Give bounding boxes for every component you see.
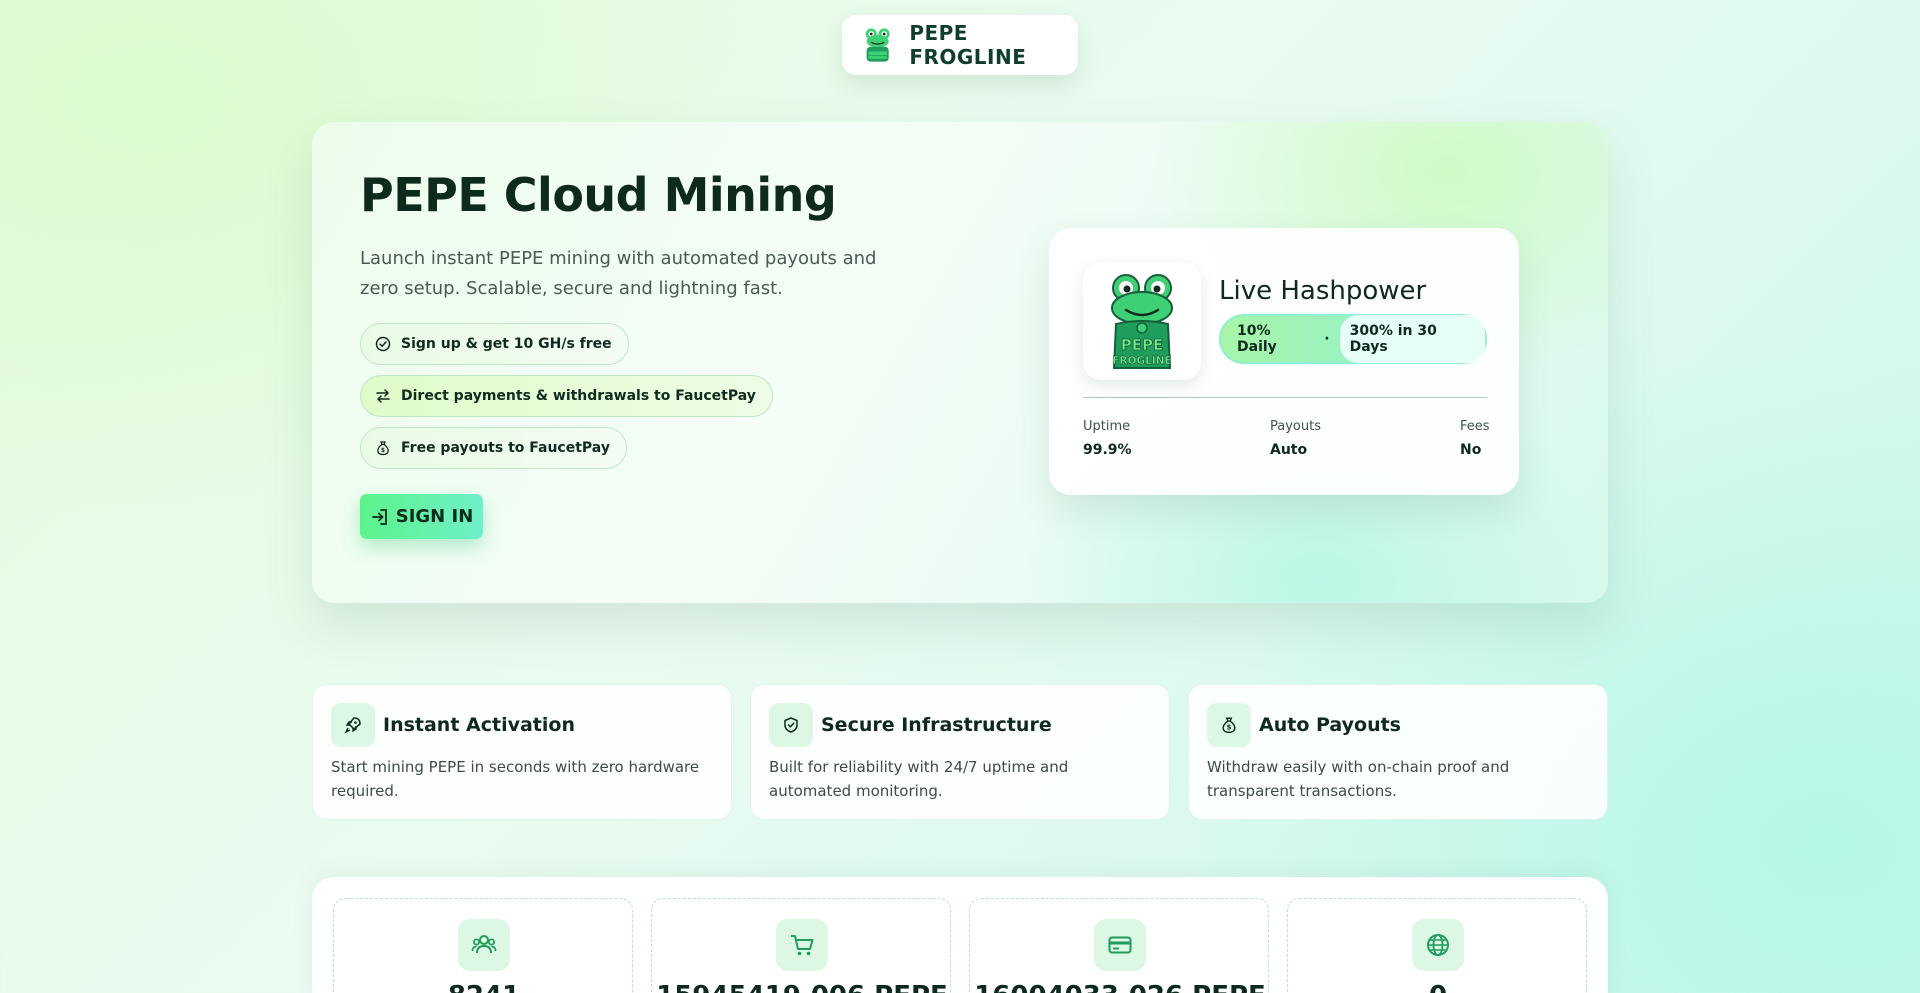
frog-mascot-icon: PEPE FROGLINE — [1111, 274, 1173, 369]
sign-in-label: SIGN IN — [395, 506, 474, 527]
frogline-logo: PEPE FROGLINE — [1083, 262, 1201, 380]
check-circle-icon — [375, 336, 391, 352]
feature-card-instant-activation: Instant Activation Start mining PEPE in … — [312, 684, 732, 820]
feature-card-icon-box: $ — [1207, 703, 1251, 747]
swap-arrows-icon — [376, 389, 390, 403]
stat-box-value: 15945419.006 PEPE — [652, 981, 952, 993]
fees-label: Fees — [1460, 419, 1490, 434]
globe-icon — [1427, 934, 1449, 956]
stat-box-icon — [1094, 919, 1146, 971]
feature-pill-label: Sign up & get 10 GH/s free — [401, 336, 612, 352]
feature-card-icon-box — [331, 703, 375, 747]
hero-title: PEPE Cloud Mining — [360, 168, 837, 222]
svg-text:FROGLINE: FROGLINE — [1112, 355, 1171, 367]
feature-card-auto-payouts: $ Auto Payouts Withdraw easily with on-c… — [1188, 684, 1608, 820]
stat-box-withdrawals: 16004033.026 PEPE — [969, 898, 1269, 993]
hashpower-title: Live Hashpower — [1219, 276, 1427, 306]
login-icon — [371, 508, 387, 525]
stats-panel: 8241 15945419.006 PEPE 16004033.026 PEPE — [312, 877, 1608, 993]
stat-box-online: 0 — [1287, 898, 1587, 993]
shield-check-icon — [784, 717, 798, 733]
users-icon — [471, 935, 497, 954]
fees-value: No — [1460, 442, 1482, 458]
rocket-icon — [344, 717, 361, 734]
thirty-day-rate: 300% in 30 Days — [1339, 315, 1485, 363]
feature-card-description: Start mining PEPE in seconds with zero h… — [331, 758, 700, 800]
stat-box-icon — [458, 919, 510, 971]
svg-text:$: $ — [381, 447, 385, 454]
feature-card-description: Built for reliability with 24/7 uptime a… — [769, 758, 1069, 800]
feature-card-title: Auto Payouts — [1259, 714, 1401, 736]
stat-box-value: 0 — [1288, 981, 1588, 993]
live-hashpower-card: PEPE FROGLINE Live Hashpower 10% Daily ·… — [1049, 228, 1519, 495]
stat-box-users: 8241 — [333, 898, 633, 993]
payouts-value: Auto — [1270, 442, 1308, 458]
rate-separator: · — [1324, 331, 1330, 347]
feature-card-description: Withdraw easily with on-chain proof and … — [1207, 758, 1510, 800]
hero-subtitle: Launch instant PEPE mining with automate… — [360, 248, 877, 299]
svg-text:PEPE: PEPE — [1121, 336, 1163, 354]
feature-card-secure-infrastructure: Secure Infrastructure Built for reliabil… — [750, 684, 1170, 820]
hero-card: PEPE Cloud Mining Launch instant PEPE mi… — [312, 122, 1608, 603]
rate-pill: 10% Daily · 300% in 30 Days — [1219, 314, 1487, 364]
daily-rate: 10% Daily — [1237, 323, 1277, 355]
stat-box-icon — [776, 919, 828, 971]
money-bag-icon: $ — [1222, 717, 1236, 734]
stat-box-value: 16004033.026 PEPE — [970, 981, 1270, 993]
stat-box-icon — [1412, 919, 1464, 971]
stat-box-value: 8241 — [334, 981, 634, 993]
feature-pill-free-payouts: $ Free payouts to FaucetPay — [360, 427, 627, 469]
stat-box-purchases: 15945419.006 PEPE — [651, 898, 951, 993]
feature-pill-label: Direct payments & withdrawals to FaucetP… — [401, 388, 756, 404]
brand-name: PEPE FROGLINE — [909, 21, 1027, 69]
uptime-value: 99.9% — [1083, 442, 1132, 458]
brand-header[interactable]: PEPE FROGLINE — [842, 15, 1078, 75]
payouts-label: Payouts — [1270, 419, 1321, 434]
hashpower-divider — [1083, 397, 1487, 398]
feature-pill-label: Free payouts to FaucetPay — [401, 440, 610, 456]
sign-in-button[interactable]: SIGN IN — [360, 494, 483, 539]
feature-card-title: Secure Infrastructure — [821, 714, 1052, 736]
uptime-label: Uptime — [1083, 419, 1131, 434]
feature-pill-faucetpay-direct: Direct payments & withdrawals to FaucetP… — [360, 375, 773, 417]
cart-icon — [791, 935, 814, 956]
feature-card-title: Instant Activation — [383, 714, 575, 736]
feature-card-icon-box — [769, 703, 813, 747]
frog-logo-icon — [865, 28, 890, 62]
svg-text:$: $ — [1227, 724, 1232, 732]
feature-pill-signup-bonus: Sign up & get 10 GH/s free — [360, 323, 629, 365]
credit-card-icon — [1108, 936, 1132, 954]
money-bag-icon: $ — [377, 441, 389, 456]
